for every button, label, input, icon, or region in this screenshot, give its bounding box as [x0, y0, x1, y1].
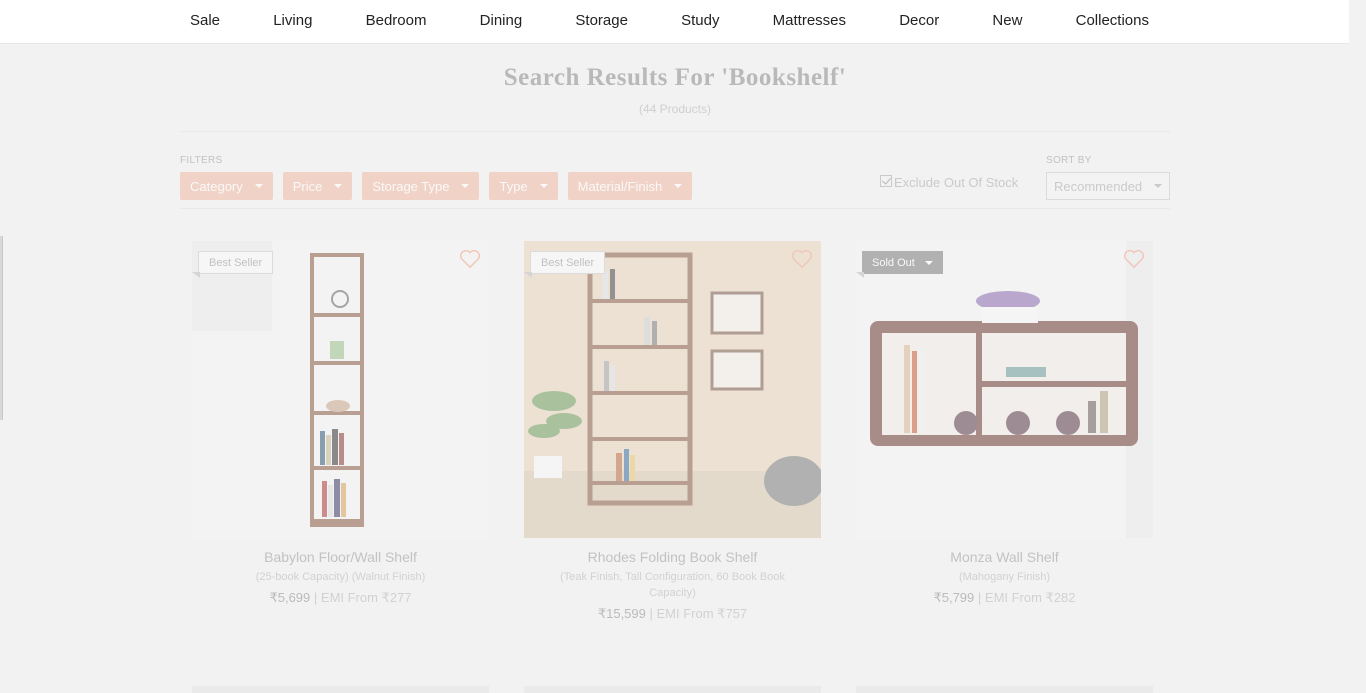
nav-item-mattresses[interactable]: Mattresses [763, 12, 856, 29]
next-product-card-preview[interactable] [524, 686, 821, 693]
best-seller-badge: Best Seller [198, 251, 274, 274]
heart-icon[interactable] [1123, 249, 1145, 269]
badge-tail [192, 272, 200, 278]
heart-icon[interactable] [459, 249, 481, 269]
caret-down-icon [334, 184, 343, 188]
filter-price-button[interactable]: Price [282, 172, 353, 200]
sold-out-label: Sold Out [872, 256, 915, 269]
caret-down-icon [1154, 184, 1162, 188]
next-product-card-preview[interactable] [856, 686, 1153, 693]
product-name[interactable]: Babylon Floor/Wall Shelf [192, 549, 489, 565]
filters-label: FILTERS [180, 155, 223, 166]
filter-label: Material/Finish [577, 178, 663, 194]
exclude-out-of-stock-checkbox[interactable] [880, 174, 892, 187]
product-price-row: ₹15,599 | EMI From ₹757 [524, 606, 821, 622]
product-price: ₹15,599 [597, 606, 646, 621]
nav-item-sale[interactable]: Sale [180, 12, 230, 29]
product-count: (44 Products) [638, 102, 712, 116]
product-name[interactable]: Monza Wall Shelf [856, 549, 1153, 565]
product-image[interactable]: Best Seller [524, 241, 821, 538]
nav-item-collections[interactable]: Collections [1066, 12, 1159, 29]
product-price-row: ₹5,799 | EMI From ₹282 [856, 590, 1153, 606]
product-price-row: ₹5,699 | EMI From ₹277 [192, 590, 489, 606]
nav-item-dining[interactable]: Dining [470, 12, 533, 29]
filter-bar: Category Price Storage Type Type Materia… [180, 172, 693, 200]
nav-item-living[interactable]: Living [263, 12, 322, 29]
caret-down-icon [924, 260, 933, 265]
page-title: Search Results For 'Bookshelf' [503, 64, 847, 91]
filter-label: Storage Type [372, 178, 450, 194]
product-price: ₹5,799 [933, 590, 975, 605]
sold-out-badge: Sold Out [862, 251, 943, 274]
product-emi: | EMI From ₹277 [313, 590, 412, 605]
product-price: ₹5,699 [269, 590, 311, 605]
nav-item-bedroom[interactable]: Bedroom [356, 12, 437, 29]
filter-type-button[interactable]: Type [489, 172, 558, 200]
caret-down-icon [674, 184, 683, 188]
product-card[interactable]: Sold Out Monza Wall Shelf (Mahogany Fini… [856, 241, 1153, 606]
top-nav: Sale Living Bedroom Dining Storage Study… [0, 0, 1349, 44]
product-image[interactable]: Best Seller [192, 241, 489, 538]
product-emi: | EMI From ₹757 [649, 606, 748, 621]
sort-by-label: SORT BY [1046, 155, 1092, 166]
product-description: (Mahogany Finish) [958, 571, 1051, 583]
bookshelf-tall-image [192, 241, 489, 538]
divider [180, 208, 1170, 209]
filter-label: Category [190, 178, 243, 194]
nav-item-new[interactable]: New [982, 12, 1032, 29]
filter-label: Type [499, 178, 528, 194]
badge-tail [856, 272, 864, 278]
product-emi: | EMI From ₹282 [977, 590, 1076, 605]
nav-item-decor[interactable]: Decor [889, 12, 949, 29]
sort-by-select[interactable]: Recommended [1046, 172, 1170, 200]
nav-item-storage[interactable]: Storage [565, 12, 638, 29]
filter-material-finish-button[interactable]: Material/Finish [567, 172, 693, 200]
filter-category-button[interactable]: Category [180, 172, 273, 200]
filter-label: Price [292, 178, 323, 194]
side-drawer-handle[interactable] [0, 236, 3, 420]
heart-icon[interactable] [791, 249, 813, 269]
product-name[interactable]: Rhodes Folding Book Shelf [524, 549, 821, 565]
product-image[interactable]: Sold Out [856, 241, 1153, 538]
scrollbar[interactable] [1349, 0, 1366, 693]
product-card[interactable]: Best Seller Babylon Floor/Wall Shelf (25… [192, 241, 489, 606]
best-seller-badge: Best Seller [530, 251, 606, 274]
exclude-out-of-stock-label: Exclude Out Of Stock [894, 175, 1019, 190]
product-card[interactable]: Best Seller Rhodes Folding Book Shelf (T… [524, 241, 821, 622]
next-product-card-preview[interactable] [192, 686, 489, 693]
badge-tail [524, 272, 532, 278]
product-description: (Teak Finish, Tall Configuration, 60 Boo… [560, 571, 785, 599]
product-description: (25-book Capacity) (Walnut Finish) [255, 571, 426, 583]
bookshelf-room-image [524, 241, 821, 538]
divider [180, 131, 1170, 132]
nav-item-study[interactable]: Study [671, 12, 729, 29]
caret-down-icon [461, 184, 470, 188]
caret-down-icon [254, 184, 263, 188]
sort-selected-value: Recommended [1054, 178, 1143, 194]
filter-storage-type-button[interactable]: Storage Type [362, 172, 480, 200]
caret-down-icon [539, 184, 548, 188]
exclude-out-of-stock-toggle[interactable]: Exclude Out Of Stock [880, 174, 1019, 190]
wall-shelf-image [856, 241, 1153, 538]
